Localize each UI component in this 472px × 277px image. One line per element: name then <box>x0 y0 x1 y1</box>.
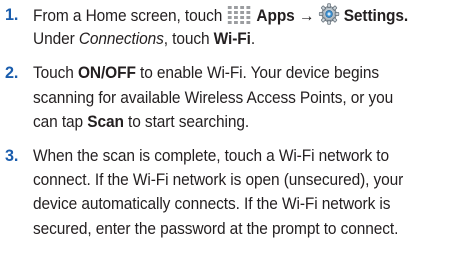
apps-label: Apps <box>256 7 295 25</box>
step-line: Under Connections, touch Wi-Fi. <box>33 30 256 49</box>
step-line: Touch ON/OFF to enable Wi-Fi. Your devic… <box>33 64 379 83</box>
step-text: When the scan is complete, touch a Wi-Fi… <box>33 144 443 241</box>
settings-label: Settings <box>343 7 404 25</box>
step-line: scanning for available Wireless Access P… <box>33 88 394 107</box>
arrow-icon: → <box>298 7 315 25</box>
step-number: 1. <box>5 6 19 24</box>
onoff-label: ON/OFF <box>77 64 136 83</box>
step-line: connect. If the Wi-Fi network is open (u… <box>33 171 404 190</box>
step-line: From a Home screen, touch Apps → Setting… <box>33 3 443 27</box>
connections-label: Connections <box>78 30 164 49</box>
step-line: When the scan is complete, touch a Wi-Fi… <box>33 146 389 165</box>
step-2: 2. Touch ON/OFF to enable Wi-Fi. Your de… <box>5 61 462 134</box>
step-number: 3. <box>5 146 19 165</box>
step-line: secured, enter the password at the promp… <box>33 219 399 238</box>
wifi-label: Wi-Fi <box>213 30 251 49</box>
step-text: From a Home screen, touch Apps → Setting… <box>33 3 443 51</box>
step-3: 3. When the scan is complete, touch a Wi… <box>5 144 462 241</box>
step-1: 1. From a Home screen, touch Apps → Sett… <box>5 3 462 51</box>
step-text: Touch ON/OFF to enable Wi-Fi. Your devic… <box>33 61 443 134</box>
step-number: 2. <box>5 64 19 83</box>
step-line: can tap Scan to start searching. <box>33 112 250 131</box>
scan-label: Scan <box>87 112 124 131</box>
instructions-document: 1. From a Home screen, touch Apps → Sett… <box>0 0 472 277</box>
step-line: device automatically connects. If the Wi… <box>33 195 391 214</box>
settings-gear-icon <box>318 3 340 32</box>
